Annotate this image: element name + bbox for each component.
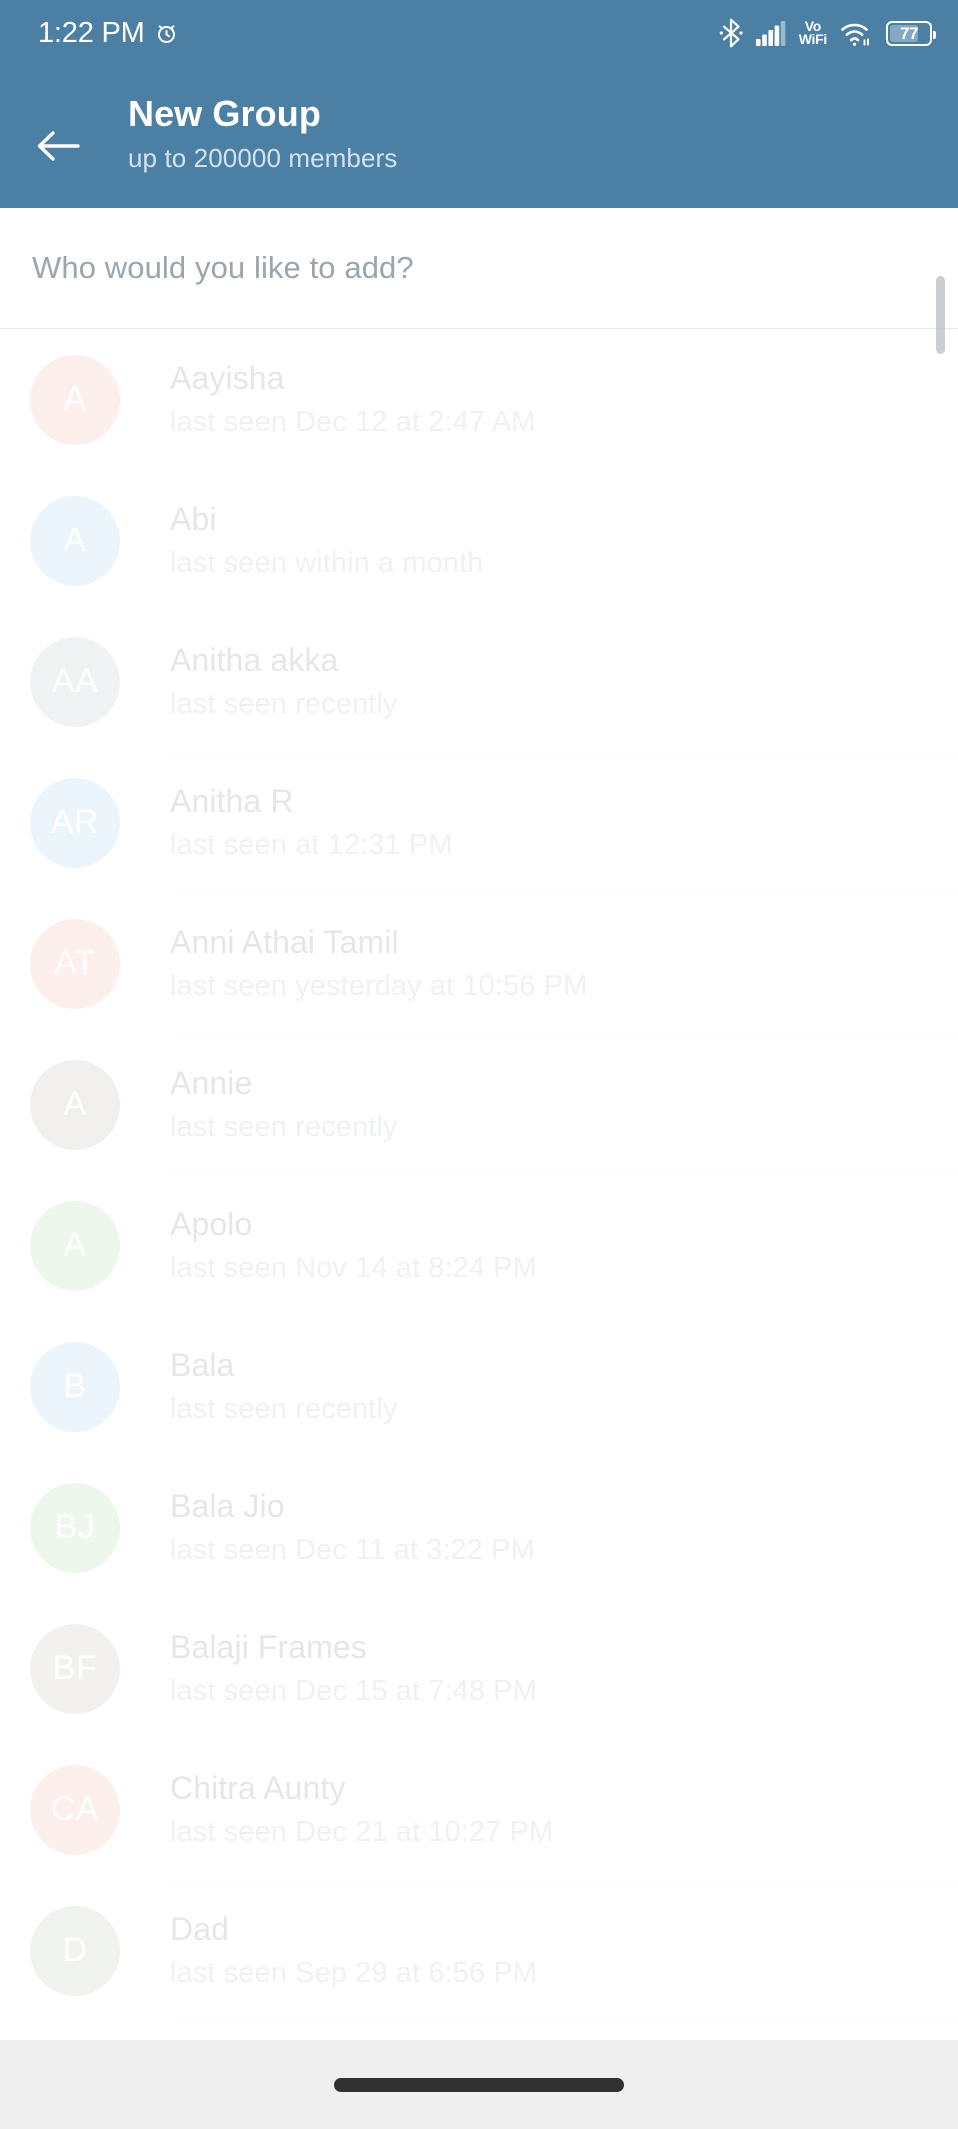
contact-row[interactable]: AT Anni Athai Tamil last seen yesterday at… bbox=[0, 893, 958, 1034]
contact-name: Balaji Frames bbox=[170, 1629, 367, 1665]
avatar-initials: AT bbox=[54, 944, 96, 982]
contact-meta: Annie last seen recently bbox=[170, 1063, 397, 1146]
avatar-initials: A bbox=[63, 1085, 87, 1123]
avatar-initials: BJ bbox=[54, 1508, 96, 1546]
contact-meta: Bala last seen recently bbox=[170, 1345, 397, 1428]
contact-row[interactable]: BJ Bala Jio last seen Dec 11 at 3:22 PM bbox=[0, 1457, 958, 1598]
battery-icon: 77 bbox=[886, 20, 936, 46]
page-title: New Group bbox=[128, 93, 321, 134]
battery-level-label: 77 bbox=[900, 23, 918, 43]
avatar: D bbox=[30, 1905, 120, 1996]
contact-meta: Anitha akka last seen recently bbox=[170, 640, 397, 723]
status-bar-clock: 1:22 PM bbox=[38, 16, 145, 49]
contact-meta: Aayisha last seen Dec 12 at 2:47 AM bbox=[170, 358, 535, 441]
status-bar: 1:22 PM Vo WiFi 77 bbox=[0, 0, 958, 66]
contact-name: Dad bbox=[170, 1911, 230, 1947]
avatar: CA bbox=[30, 1764, 120, 1855]
avatar-initials: AA bbox=[51, 662, 99, 700]
avatar-initials: BF bbox=[52, 1649, 98, 1687]
home-gesture-pill[interactable] bbox=[334, 2077, 624, 2092]
avatar: AT bbox=[30, 918, 120, 1009]
contact-meta: Anni Athai Tamil last seen yesterday at 1… bbox=[170, 922, 587, 1005]
add-members-prompt-row: Who would you like to add? bbox=[0, 208, 958, 328]
contact-row[interactable]: A Apolo last seen Nov 14 at 8:24 PM bbox=[0, 1175, 958, 1316]
contact-list[interactable]: A Aayisha last seen Dec 12 at 2:47 AM A Abi l… bbox=[0, 329, 958, 2040]
avatar-initials: AR bbox=[50, 803, 100, 841]
contact-row[interactable]: A Abi last seen within a month bbox=[0, 470, 958, 611]
avatar: AR bbox=[30, 777, 120, 868]
app-bar: 1:22 PM Vo WiFi 77 New Group up to 20000… bbox=[0, 0, 958, 208]
avatar-initials: A bbox=[63, 521, 87, 559]
back-arrow-icon bbox=[35, 126, 81, 166]
contact-row[interactable]: D Dad last seen Sep 29 at 6:56 PM bbox=[0, 1880, 958, 2021]
contact-name: Anni Athai Tamil bbox=[170, 924, 399, 960]
add-members-prompt: Who would you like to add? bbox=[32, 250, 414, 285]
avatar-initials: D bbox=[62, 1931, 88, 1969]
toolbar-title-block: New Group up to 200000 members bbox=[128, 92, 397, 175]
contact-row[interactable]: A Annie last seen recently bbox=[0, 1034, 958, 1175]
avatar: BF bbox=[30, 1623, 120, 1714]
contact-meta: Apolo last seen Nov 14 at 8:24 PM bbox=[170, 1204, 537, 1287]
vowifi-indicator: Vo WiFi bbox=[798, 19, 828, 47]
status-bar-right: Vo WiFi 77 bbox=[719, 18, 936, 48]
contact-status: last seen Sep 29 at 6:56 PM bbox=[170, 1957, 538, 1989]
avatar-initials: A bbox=[63, 380, 87, 418]
contact-status: last seen recently bbox=[170, 1393, 398, 1425]
wifi-icon bbox=[840, 20, 873, 47]
contact-status: last seen recently bbox=[170, 1111, 398, 1143]
page-subtitle: up to 200000 members bbox=[128, 143, 398, 173]
vowifi-line2: WiFi bbox=[798, 31, 828, 47]
contact-name: Bala bbox=[170, 1347, 235, 1383]
back-button[interactable] bbox=[28, 116, 88, 176]
contact-status: last seen Nov 14 at 8:24 PM bbox=[170, 1252, 538, 1284]
avatar: B bbox=[30, 1341, 120, 1432]
contact-row[interactable]: BF Balaji Frames last seen Dec 15 at 7:48 … bbox=[0, 1598, 958, 1739]
avatar-initials: CA bbox=[50, 1790, 100, 1828]
avatar-initials: B bbox=[63, 1367, 87, 1405]
avatar: A bbox=[30, 354, 120, 445]
list-scrollbar[interactable] bbox=[936, 276, 945, 354]
cellular-signal-icon bbox=[755, 20, 786, 46]
system-navigation-bar bbox=[0, 2040, 958, 2129]
avatar: A bbox=[30, 495, 120, 586]
contact-status: last seen at 12:31 PM bbox=[170, 829, 453, 861]
contact-status: last seen Dec 12 at 2:47 AM bbox=[170, 406, 536, 438]
avatar: BJ bbox=[30, 1482, 120, 1573]
contact-meta: Dad last seen Sep 29 at 6:56 PM bbox=[170, 1909, 537, 1992]
avatar: A bbox=[30, 1059, 120, 1150]
content-area: Who would you like to add? A Aayisha last … bbox=[0, 208, 958, 2040]
contact-row[interactable]: AA Anitha akka last seen recently bbox=[0, 611, 958, 752]
contact-row[interactable]: CA Chitra Aunty last seen Dec 21 at 10:27 … bbox=[0, 1739, 958, 1880]
contact-name: Anitha R bbox=[170, 783, 294, 819]
contact-meta: Bala Jio last seen Dec 11 at 3:22 PM bbox=[170, 1486, 535, 1569]
contact-status: last seen recently bbox=[170, 688, 398, 720]
contact-name: Aayisha bbox=[170, 360, 285, 396]
contact-row[interactable]: B Bala last seen recently bbox=[0, 1316, 958, 1457]
contact-name: Bala Jio bbox=[170, 1488, 285, 1524]
contact-status: last seen Dec 21 at 10:27 PM bbox=[170, 1816, 554, 1848]
contact-status: last seen yesterday at 10:56 PM bbox=[170, 970, 588, 1002]
contact-row[interactable]: A Aayisha last seen Dec 12 at 2:47 AM bbox=[0, 329, 958, 470]
contact-name: Chitra Aunty bbox=[170, 1770, 346, 1806]
contact-name: Annie bbox=[170, 1065, 253, 1101]
contact-status: last seen within a month bbox=[170, 547, 484, 579]
contact-meta: Balaji Frames last seen Dec 15 at 7:48 PM bbox=[170, 1627, 537, 1710]
contact-meta: Anitha R last seen at 12:31 PM bbox=[170, 781, 453, 864]
status-bar-left: 1:22 PM bbox=[38, 16, 179, 49]
contact-row[interactable]: DD bbox=[0, 2021, 958, 2040]
alarm-icon bbox=[154, 21, 179, 46]
contact-row[interactable]: AR Anitha R last seen at 12:31 PM bbox=[0, 752, 958, 893]
contact-status: last seen Dec 11 at 3:22 PM bbox=[170, 1534, 535, 1566]
contact-name: Anitha akka bbox=[170, 642, 339, 678]
contact-status: last seen Dec 15 at 7:48 PM bbox=[170, 1675, 538, 1707]
contact-meta: Chitra Aunty last seen Dec 21 at 10:27 PM bbox=[170, 1768, 553, 1851]
contact-name: Abi bbox=[170, 501, 217, 537]
avatar: A bbox=[30, 1200, 120, 1291]
avatar-initials: A bbox=[63, 1226, 87, 1264]
contact-name: Apolo bbox=[170, 1206, 253, 1242]
contact-meta: Abi last seen within a month bbox=[170, 499, 484, 582]
bluetooth-icon bbox=[719, 18, 743, 48]
avatar: AA bbox=[30, 636, 120, 727]
toolbar: New Group up to 200000 members bbox=[0, 66, 958, 208]
